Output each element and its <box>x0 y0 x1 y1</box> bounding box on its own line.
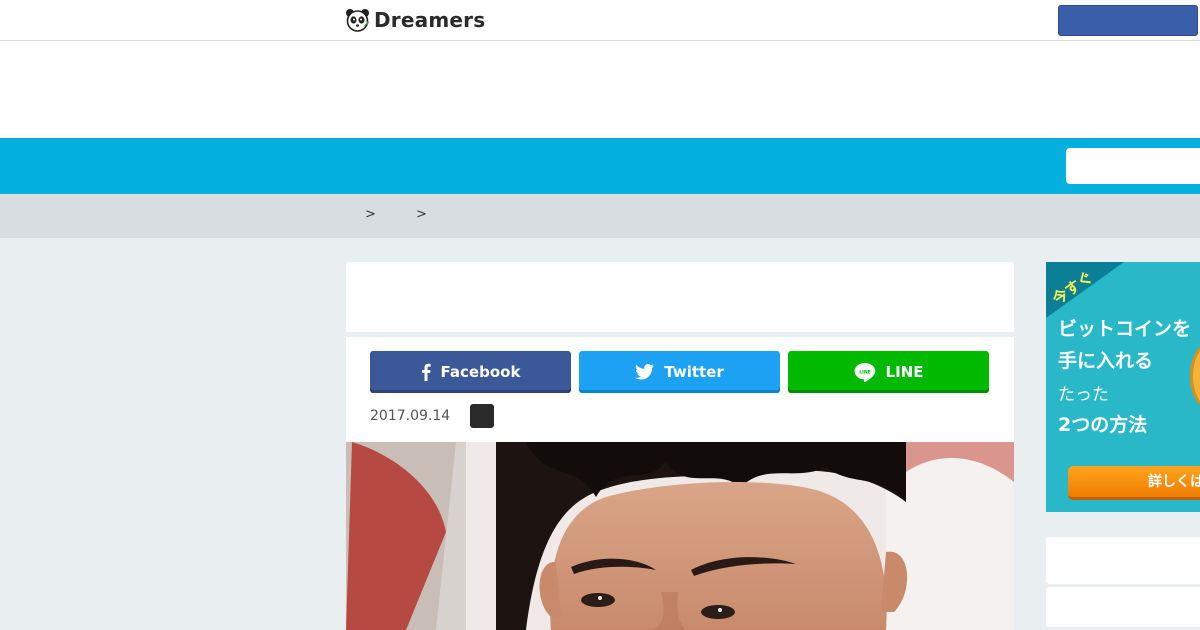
line-label: LINE <box>885 363 924 381</box>
sidebar-card[interactable] <box>1046 537 1200 584</box>
portrait-photo-image <box>346 442 1014 630</box>
facebook-share-button[interactable]: Facebook <box>370 351 571 393</box>
bitcoin-coin-icon <box>1190 342 1200 410</box>
line-icon: LINE <box>854 363 875 382</box>
article-title-card <box>346 262 1014 332</box>
twitter-label: Twitter <box>664 363 724 381</box>
nav-bar <box>0 138 1200 194</box>
facebook-icon <box>421 363 431 381</box>
ad-headline-1: ビットコインを <box>1058 318 1192 340</box>
article-card: Facebook Twitter LINE LINE 2017.09.14 <box>346 337 1014 630</box>
sidebar-card[interactable] <box>1046 587 1200 627</box>
facebook-label: Facebook <box>440 363 521 381</box>
header-ad-area <box>0 41 1200 138</box>
ad-headline-3: たった <box>1058 385 1109 405</box>
search-input[interactable] <box>1066 148 1200 184</box>
twitter-bird-icon <box>635 364 655 380</box>
ad-headline-4: 2つの方法 <box>1058 414 1148 436</box>
breadcrumb-separator: > <box>365 207 376 222</box>
share-buttons: Facebook Twitter LINE LINE <box>370 351 989 393</box>
ad-headline-2: 手に入れる <box>1058 350 1154 372</box>
header-action-button[interactable] <box>1058 5 1198 36</box>
line-icon-text: LINE <box>859 370 871 376</box>
panda-icon <box>346 9 369 32</box>
line-share-button[interactable]: LINE LINE <box>788 351 989 393</box>
logo-text: Dreamers <box>374 8 486 32</box>
breadcrumb: > > <box>0 194 1200 238</box>
bitcoin-ad-banner[interactable]: 今すぐ ビットコインを 手に入れる たった 2つの方法 詳しくは <box>1046 262 1200 512</box>
author-avatar[interactable] <box>470 404 495 428</box>
site-header: Dreamers <box>0 0 1200 41</box>
breadcrumb-separator: > <box>416 207 427 222</box>
article-meta: 2017.09.14 <box>370 404 495 428</box>
article-photo <box>346 442 1014 630</box>
ad-details-button[interactable]: 詳しくは <box>1068 466 1200 500</box>
post-date: 2017.09.14 <box>370 408 451 424</box>
site-logo[interactable]: Dreamers <box>345 7 485 33</box>
twitter-share-button[interactable]: Twitter <box>579 351 780 393</box>
